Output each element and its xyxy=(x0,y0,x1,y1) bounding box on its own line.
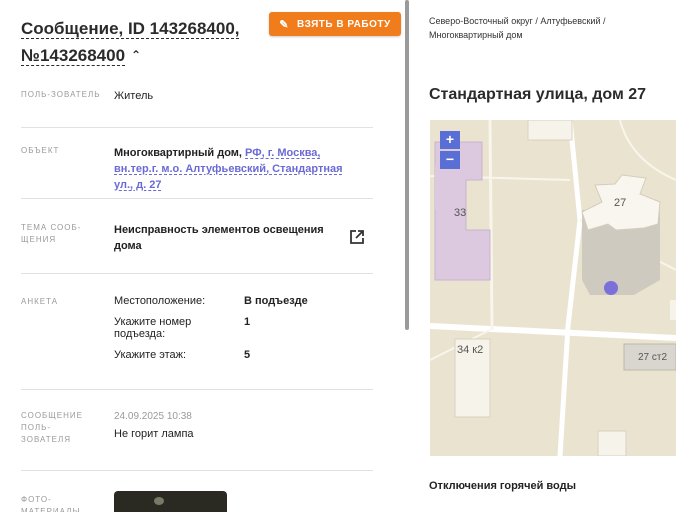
message-panel: Сообщение, ID 143268400, №143268400 ⌃ ✎ В… xyxy=(0,0,404,512)
take-to-work-button[interactable]: ✎ ВЗЯТЬ В РАБОТУ xyxy=(269,12,401,36)
field-label: СООБЩЕНИЕ ПОЛЬ-ЗОВАТЕЛЯ xyxy=(21,411,83,444)
divider xyxy=(21,389,373,390)
divider xyxy=(21,273,373,274)
map-label: 34 к2 xyxy=(457,344,484,356)
field-value: Неисправность элементов освещения дома xyxy=(114,224,324,252)
field-label: ФОТО-МАТЕРИАЛЫ xyxy=(21,495,81,512)
scrollbar[interactable] xyxy=(405,0,409,330)
pencil-icon: ✎ xyxy=(279,18,290,31)
map[interactable]: 33 27 34 к2 27 ст2 + − xyxy=(430,120,676,456)
external-link-icon[interactable] xyxy=(349,229,365,245)
breadcrumb: Северо-Восточный округ / Алтуфьевский / … xyxy=(429,16,606,40)
map-label: 27 ст2 xyxy=(638,352,668,363)
street-heading: Стандартная улица, дом 27 xyxy=(429,86,647,103)
field-label: ОБЪЕКТ xyxy=(21,146,60,155)
field-value: Житель xyxy=(114,90,154,102)
map-label: 33 xyxy=(454,207,467,219)
location-sidebar: Северо-Восточный округ / Алтуфьевский / … xyxy=(412,0,676,512)
survey-table: Местоположение: В подъезде Укажите номер… xyxy=(114,295,354,375)
survey-key: Местоположение: xyxy=(114,295,206,307)
page-title: Сообщение, ID 143268400, №143268400 ⌃ xyxy=(21,16,257,69)
divider xyxy=(21,127,373,128)
take-to-work-label: ВЗЯТЬ В РАБОТУ xyxy=(297,18,391,30)
object-type: Многоквартирный дом, xyxy=(114,147,242,159)
field-label: ПОЛЬ-ЗОВАТЕЛЬ xyxy=(21,90,101,99)
field-label: ТЕМА СООБ-ЩЕНИЯ xyxy=(21,223,82,244)
field-value: 24.09.2025 10:38 Не горит лампа xyxy=(114,410,344,441)
zoom-out-button[interactable]: − xyxy=(440,151,460,169)
divider xyxy=(21,198,373,199)
survey-value: 5 xyxy=(244,349,251,361)
message-date: 24.09.2025 10:38 xyxy=(114,411,192,422)
photo-highlight xyxy=(154,497,164,505)
photo-thumbnail[interactable] xyxy=(114,491,227,512)
survey-key: Укажите номер подъезда: xyxy=(114,316,192,340)
location-marker[interactable] xyxy=(604,281,618,295)
survey-key: Укажите этаж: xyxy=(114,349,187,361)
map-canvas xyxy=(430,120,676,456)
survey-value: В подъезде xyxy=(244,295,308,307)
survey-value: 1 xyxy=(244,316,251,328)
zoom-in-button[interactable]: + xyxy=(440,131,460,149)
field-label: АНКЕТА xyxy=(21,297,59,306)
map-label: 27 xyxy=(614,197,627,209)
chevron-up-icon[interactable]: ⌃ xyxy=(131,42,141,68)
divider xyxy=(21,470,373,471)
field-value: Многоквартирный дом, РФ, г. Москва, вн.т… xyxy=(114,145,344,193)
hot-water-heading: Отключения горячей воды xyxy=(429,480,576,492)
message-text: Не горит лампа xyxy=(114,428,194,440)
